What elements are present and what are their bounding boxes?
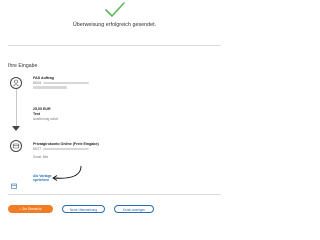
masked-value	[42, 147, 89, 151]
transfer-amount: 25,00 EUR	[33, 107, 51, 111]
divider	[8, 45, 221, 46]
transfer-execution: Ausführung sofort	[33, 117, 59, 121]
user-icon	[10, 77, 22, 89]
masked-value	[33, 86, 67, 89]
sender-name: FAD Auftrag	[33, 76, 54, 80]
sender-iban: DE08	[33, 81, 89, 85]
new-transfer-button[interactable]: Neue Überweisung	[62, 205, 105, 213]
arrow-down-icon	[12, 126, 20, 131]
recipient-name: Privatgirokonto Online (Freie Eingabe)	[33, 142, 99, 146]
overview-button[interactable]: ⌂ Zur Übersicht	[8, 205, 53, 213]
recipient-iban-prefix: DE27	[33, 147, 41, 151]
transfer-reference: Test	[33, 112, 41, 116]
divider	[8, 194, 221, 195]
sender-account-line	[33, 86, 67, 89]
recipient-bank: Sonst. Bkk	[33, 155, 49, 159]
sender-iban-prefix: DE08	[33, 81, 41, 85]
card-icon	[10, 140, 22, 152]
annotation-arrow	[52, 165, 82, 181]
flow-connector	[16, 89, 17, 130]
calendar-icon	[11, 176, 17, 189]
show-account-button[interactable]: Konto anzeigen	[114, 205, 154, 213]
masked-value	[42, 81, 89, 85]
section-title: Ihre Eingabe	[8, 63, 38, 69]
checkmark-icon	[105, 2, 125, 17]
recipient-iban: DE27	[33, 147, 89, 151]
success-message: Überweisung erfolgreich gesendet.	[72, 22, 157, 28]
overview-button-label: Zur Übersicht	[22, 207, 42, 211]
